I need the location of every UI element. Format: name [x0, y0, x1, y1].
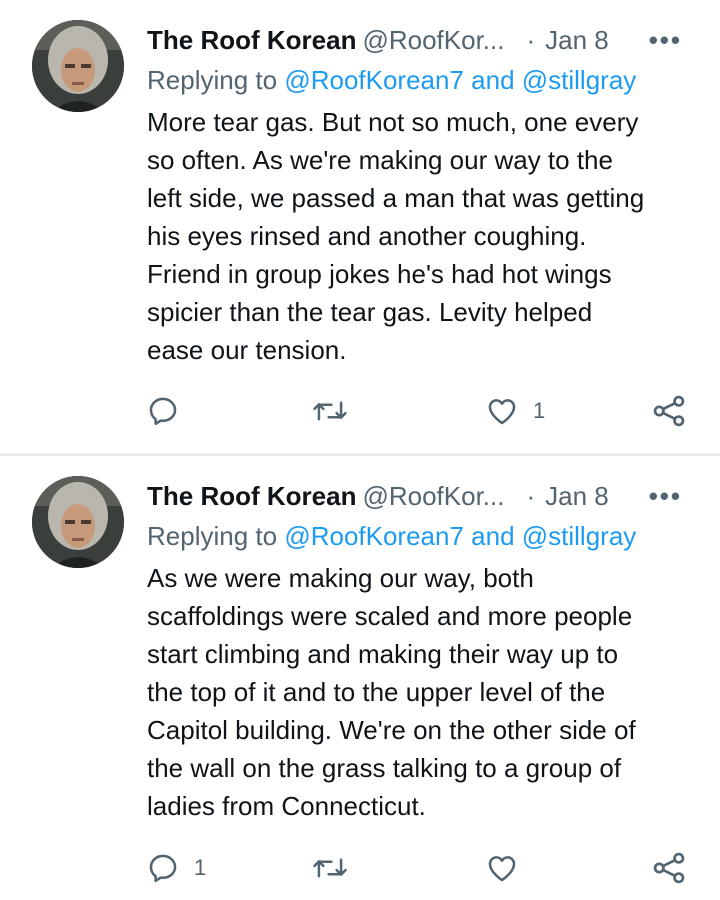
tweet[interactable]: The Roof Korean @RoofKor... · Jan 8 ••• Rep…	[0, 456, 720, 900]
tweet-text-line: the wall on the grass talking to a group…	[147, 753, 622, 783]
more-icon[interactable]: •••	[649, 478, 682, 514]
reply-button[interactable]: 1	[146, 848, 206, 888]
tweet-text-line: More tear gas. But not so much, one ever…	[147, 107, 639, 137]
tweet-text-line: ease our tension.	[147, 335, 347, 365]
action-bar: 1	[0, 848, 720, 888]
tweet-text-line: spicier than the tear gas. Levity helped	[147, 297, 593, 327]
mention-link[interactable]: @RoofKorean7	[284, 521, 464, 551]
separator-dot: ·	[526, 481, 536, 511]
like-count: 1	[533, 398, 546, 423]
tweet-date[interactable]: Jan 8	[545, 25, 609, 55]
avatar-photo	[32, 476, 124, 568]
reply-icon	[149, 854, 177, 883]
replying-to: Replying to @RoofKorean7 and @stillgray	[147, 518, 636, 554]
author-handle[interactable]: @RoofKor...	[362, 481, 504, 511]
mention-link[interactable]: @stillgray	[522, 521, 637, 551]
replying-and: and	[463, 521, 522, 551]
action-bar: 1	[0, 391, 720, 431]
tweet-header: The Roof Korean @RoofKor... · Jan 8 •••	[147, 22, 692, 58]
tweet-date[interactable]: Jan 8	[545, 481, 609, 511]
like-button[interactable]: 1	[485, 391, 545, 431]
share-button[interactable]	[651, 391, 687, 431]
reply-icon	[149, 397, 177, 426]
tweet-text-line: start climbing and making their way up t…	[147, 639, 619, 669]
share-button[interactable]	[651, 848, 687, 888]
share-icon	[653, 852, 685, 884]
avatar[interactable]	[32, 476, 124, 568]
more-icon[interactable]: •••	[649, 22, 682, 58]
mention-link[interactable]: @RoofKorean7	[284, 65, 464, 95]
tweet-text-line: his eyes rinsed and another coughing.	[147, 221, 587, 251]
author-name[interactable]: The Roof Korean	[147, 25, 356, 55]
retweet-icon	[313, 858, 347, 878]
replying-prefix: Replying to	[147, 65, 285, 95]
tweet-text: More tear gas. But not so much, one ever…	[147, 103, 692, 369]
replying-to: Replying to @RoofKorean7 and @stillgray	[147, 62, 636, 98]
reply-button[interactable]	[146, 391, 194, 431]
tweet-text-line: ladies from Connecticut.	[147, 791, 426, 821]
retweet-button[interactable]	[312, 848, 362, 888]
tweet[interactable]: The Roof Korean @RoofKor... · Jan 8 ••• Rep…	[0, 0, 720, 453]
tweet-text-line: As we were making our way, both	[147, 563, 534, 593]
tweet-text-line: so often. As we're making our way to the	[147, 145, 613, 175]
retweet-icon	[313, 401, 347, 421]
tweet-text: As we were making our way, both scaffold…	[147, 559, 692, 825]
like-icon	[488, 399, 516, 425]
retweet-button[interactable]	[312, 391, 362, 431]
tweet-text-line: the top of it and to the upper level of …	[147, 677, 606, 707]
tweet-text-line: scaffoldings were scaled and more people	[147, 601, 633, 631]
tweet-header: The Roof Korean @RoofKor... · Jan 8 •••	[147, 478, 692, 514]
share-icon	[653, 395, 685, 427]
avatar-photo	[32, 20, 124, 112]
author-name[interactable]: The Roof Korean	[147, 481, 356, 511]
author-handle[interactable]: @RoofKor...	[362, 25, 504, 55]
tweet-text-line: Friend in group jokes he's had hot wings	[147, 259, 612, 289]
separator-dot: ·	[526, 25, 536, 55]
tweet-text-line: Capitol building. We're on the other sid…	[147, 715, 636, 745]
replying-prefix: Replying to	[147, 521, 285, 551]
avatar[interactable]	[32, 20, 124, 112]
like-button[interactable]	[485, 848, 533, 888]
mention-link[interactable]: @stillgray	[522, 65, 637, 95]
replying-and: and	[463, 65, 522, 95]
like-icon	[488, 856, 516, 882]
tweet-text-line: left side, we passed a man that was gett…	[147, 183, 645, 213]
reply-count: 1	[194, 855, 207, 880]
